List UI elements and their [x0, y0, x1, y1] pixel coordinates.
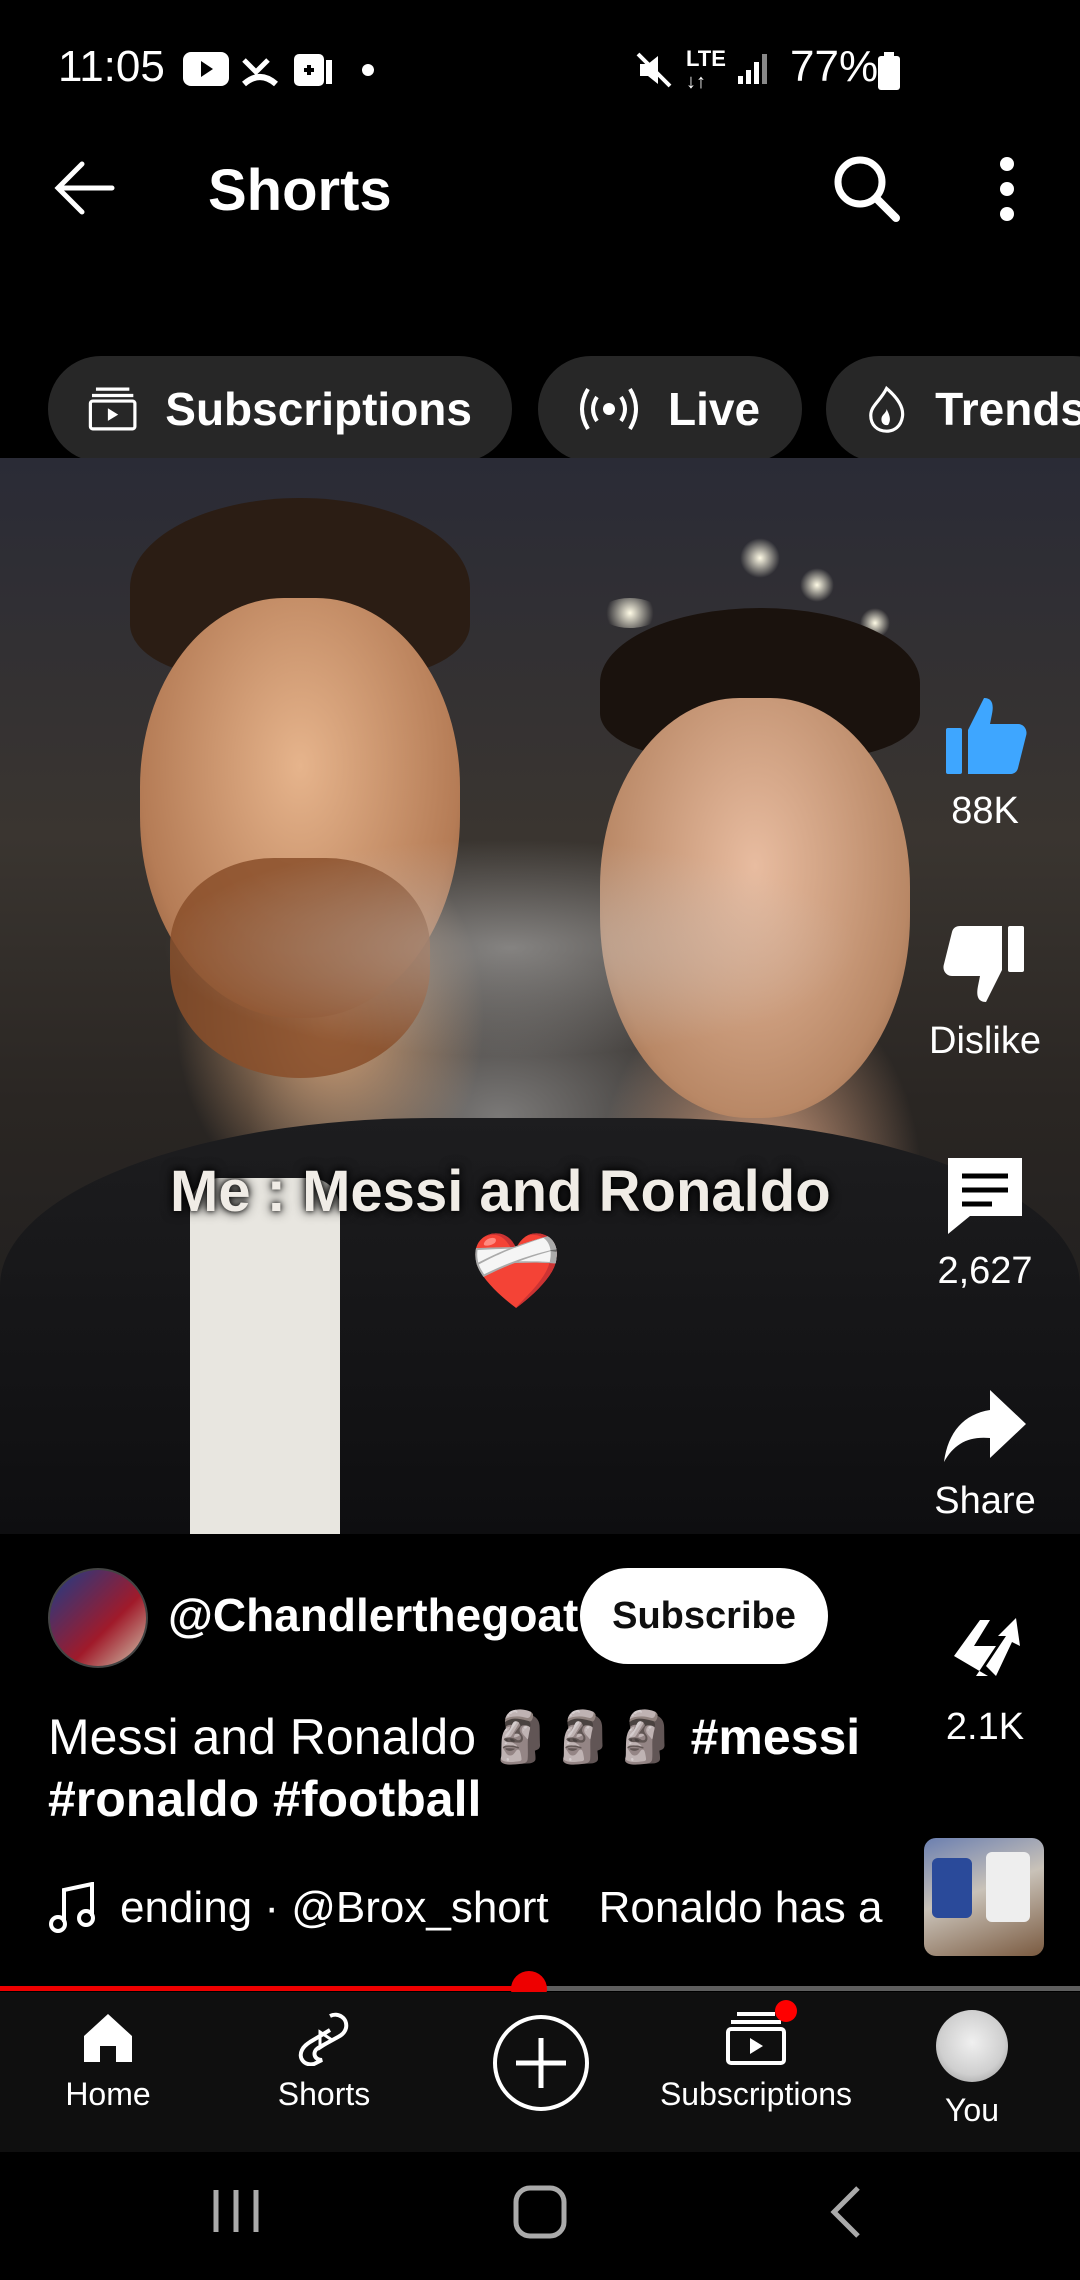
- chevron-left-icon: [830, 2186, 860, 2238]
- search-button[interactable]: [830, 152, 902, 224]
- nav-subscriptions[interactable]: Subscriptions: [656, 2000, 856, 2113]
- music-ticker-1: ending · @Brox_short: [120, 1883, 549, 1932]
- video-description[interactable]: Messi and Ronaldo 🗿🗿🗿 #messi #ronaldo #f…: [48, 1706, 928, 1830]
- home-square-icon: [513, 2185, 567, 2239]
- more-vertical-icon: [1000, 157, 1014, 221]
- like-count: 88K: [951, 790, 1019, 832]
- thumbs-up-icon: [946, 698, 1027, 774]
- subscriptions-icon: [88, 387, 137, 431]
- chip-subscriptions[interactable]: Subscriptions: [48, 356, 512, 462]
- progress-fill: [0, 1986, 530, 1991]
- dislike-label: Dislike: [929, 1020, 1041, 1062]
- battery-percent: 77%: [790, 42, 879, 91]
- nav-you[interactable]: You: [872, 2010, 1072, 2129]
- smoke: [160, 838, 860, 1058]
- home-system-button[interactable]: [512, 2184, 568, 2240]
- chip-trends[interactable]: Trends: [826, 356, 1080, 462]
- status-time: 11:05: [58, 42, 165, 91]
- thumb-figure: [932, 1858, 972, 1918]
- comments-button[interactable]: 2,627: [905, 1150, 1065, 1293]
- status-bar: 11:05 LTE ↓↑ 77%: [0, 0, 1080, 140]
- music-ticker-2: Ronaldo has a: [598, 1883, 883, 1932]
- nav-label: You: [945, 2092, 999, 2128]
- street-light: [800, 568, 834, 602]
- share-label: Share: [934, 1480, 1036, 1522]
- street-light: [740, 538, 780, 578]
- battery-icon: [878, 52, 900, 90]
- nav-create[interactable]: [492, 2014, 590, 2112]
- comment-icon: [948, 1158, 1022, 1234]
- sound-thumbnail[interactable]: [924, 1838, 1044, 1956]
- search-icon: [834, 156, 900, 222]
- music-ticker: ending · @Brox_short Ronaldo has a: [120, 1883, 900, 1933]
- chip-label: Live: [668, 383, 761, 435]
- shorts-icon: [298, 2012, 349, 2066]
- share-icon: [944, 1390, 1026, 1462]
- like-button[interactable]: 88K: [905, 690, 1065, 833]
- network-label: LTE: [686, 46, 726, 71]
- subscriptions-icon-wrap: [725, 2000, 797, 2066]
- create-icon: [493, 2015, 589, 2111]
- description-text: Messi and Ronaldo 🗿🗿🗿: [48, 1709, 677, 1765]
- recents-icon: [213, 2190, 259, 2232]
- more-notifications-dot: [362, 64, 374, 76]
- signal-icon: [736, 50, 772, 86]
- remix-count: 2.1K: [945, 1706, 1025, 1748]
- hashtag-messi[interactable]: #messi: [691, 1709, 861, 1765]
- chip-label: Subscriptions: [165, 383, 472, 435]
- video-caption-text: Me : Messi and Ronaldo: [170, 1159, 831, 1224]
- caption-emoji: ❤️‍🩹: [470, 1229, 563, 1312]
- back-button[interactable]: [52, 158, 118, 218]
- app-notification-icon: [292, 50, 334, 90]
- notification-dot: [775, 2000, 797, 2022]
- recent-apps-button[interactable]: [210, 2186, 262, 2236]
- network-type: LTE ↓↑: [686, 46, 726, 94]
- more-options-button[interactable]: [990, 154, 1024, 224]
- shirt: [190, 1178, 340, 1534]
- missed-call-icon: [240, 50, 280, 90]
- youtube-notification-icon: [183, 52, 229, 86]
- arrow-left-icon: [54, 161, 115, 215]
- page-title: Shorts: [208, 158, 392, 223]
- nav-label: Shorts: [277, 2076, 371, 2112]
- nav-shorts[interactable]: Shorts: [224, 2010, 424, 2113]
- chip-live[interactable]: Live: [538, 356, 802, 462]
- channel-handle[interactable]: @Chandlerthegoat: [168, 1588, 578, 1642]
- music-row[interactable]: ending · @Brox_short Ronaldo has a: [48, 1882, 900, 1934]
- remix-button[interactable]: 2.1K: [905, 1606, 1065, 1749]
- trending-icon: [869, 385, 905, 433]
- nav-home[interactable]: Home: [8, 2010, 208, 2113]
- home-icon: [84, 2014, 132, 2062]
- remix-icon: [954, 1618, 1020, 1676]
- music-note-icon: [49, 1882, 95, 1933]
- back-system-button[interactable]: [826, 2182, 866, 2242]
- thumbs-down-icon: [943, 926, 1024, 1002]
- nav-label: Home: [65, 2076, 151, 2112]
- street-light: [600, 598, 660, 628]
- hashtag-football[interactable]: #football: [273, 1771, 481, 1827]
- thumb-figure: [986, 1852, 1030, 1922]
- avatar: [936, 2010, 1008, 2082]
- share-button[interactable]: Share: [905, 1380, 1065, 1523]
- mute-icon: [634, 50, 674, 90]
- channel-avatar[interactable]: [48, 1568, 148, 1668]
- live-icon: [580, 387, 638, 431]
- subscribe-button[interactable]: Subscribe: [580, 1568, 828, 1664]
- hashtag-ronaldo[interactable]: #ronaldo: [48, 1771, 259, 1827]
- dislike-button[interactable]: Dislike: [905, 920, 1065, 1063]
- nav-label: Subscriptions: [659, 2076, 853, 2112]
- chip-label: Trends: [935, 383, 1080, 435]
- comment-count: 2,627: [937, 1250, 1033, 1292]
